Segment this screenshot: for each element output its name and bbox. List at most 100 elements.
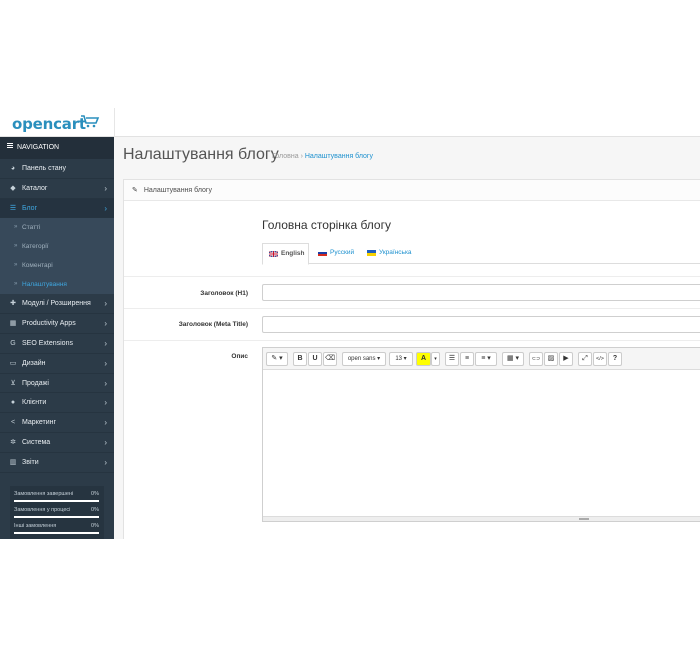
font-size-dropdown[interactable]: 13 ▾ xyxy=(389,352,413,366)
header-divider xyxy=(114,108,115,137)
sidebar-item-dashboard[interactable]: ◕ Панель стану xyxy=(0,159,114,179)
chevron-right-icon: › xyxy=(104,418,107,428)
fullscreen-button[interactable]: ⤢ xyxy=(578,352,592,366)
meta-title-label: Заголовок (Meta Title) xyxy=(178,321,248,328)
stat-processing: Замовлення у процесі 0% xyxy=(13,505,101,521)
sidebar-item-share[interactable]: < Маркетинг › xyxy=(0,413,114,433)
tab-english-label: English xyxy=(281,250,305,257)
sidebar-subitem[interactable]: » Категорії xyxy=(0,237,114,257)
chevron-right-icon: › xyxy=(104,299,107,309)
sidebar-subitem-label: Коментарі xyxy=(22,262,53,270)
grip-icon xyxy=(579,518,589,520)
sidebar-item-tag[interactable]: ◆ Каталог › xyxy=(0,179,114,199)
sidebar-item-label: Productivity Apps xyxy=(22,320,76,328)
code-view-button[interactable]: </> xyxy=(593,352,607,366)
sidebar-item-puzzle[interactable]: ✚ Модулі / Розширення › xyxy=(0,294,114,315)
settings-panel: ✎ Налаштування блогу Головна сторінка бл… xyxy=(123,179,700,539)
sidebar-subitem[interactable]: » Налаштування xyxy=(0,275,114,295)
chevron-right-icon: › xyxy=(104,338,107,348)
tab-english[interactable]: English xyxy=(262,243,309,265)
stat-label: Замовлення завершені xyxy=(14,491,74,497)
nav-title-label: NAVIGATION xyxy=(16,144,60,151)
bold-button[interactable]: B xyxy=(293,352,307,366)
paragraph-dropdown[interactable]: ≡ ▾ xyxy=(475,352,497,366)
sidebar-item-label: Клієнти xyxy=(22,399,47,407)
uk-flag-icon xyxy=(269,251,278,257)
dashboard-icon: ◕ xyxy=(10,165,16,172)
breadcrumb: Головна › Налаштування блогу xyxy=(272,153,373,160)
order-stats: Замовлення завершені 0% Замовлення у про… xyxy=(10,486,104,539)
cog-icon: ✲ xyxy=(10,438,16,446)
ordered-list-button[interactable]: ≡ xyxy=(460,352,474,366)
list-icon: ☰ xyxy=(9,204,17,212)
font-family-dropdown[interactable]: open sans ▾ xyxy=(342,352,386,366)
sidebar-item-grid[interactable]: ▦ Productivity Apps › xyxy=(0,314,114,334)
underline-button[interactable]: U xyxy=(308,352,322,366)
stat-progress-bar xyxy=(14,500,99,502)
sidebar-item-user[interactable]: ● Клієнти › xyxy=(0,393,114,414)
sidebar-item-google[interactable]: G SEO Extensions › xyxy=(0,334,114,354)
table-dropdown[interactable]: ▦ ▾ xyxy=(502,352,524,366)
help-button[interactable]: ? xyxy=(608,352,622,366)
editor-content-area[interactable] xyxy=(263,370,700,519)
sidebar-item-label: Маркетинг xyxy=(22,419,57,427)
logo-text: opencart xyxy=(12,115,86,133)
text-color-dropdown[interactable]: ▾ xyxy=(431,352,440,366)
tab-ukrainian-label: Українська xyxy=(379,249,412,256)
sidebar-item-bar-chart[interactable]: ▥ Звіти › xyxy=(0,453,114,473)
sidebar-item-cart[interactable]: ⊻ Продажі › xyxy=(0,374,114,394)
h1-input[interactable] xyxy=(262,284,700,301)
sidebar-item-desktop[interactable]: ▭ Дизайн › xyxy=(0,354,114,374)
cart-icon: ⊻ xyxy=(10,379,16,387)
sidebar-subitem[interactable]: » Статті xyxy=(0,218,114,238)
stat-percent: 0% xyxy=(91,491,99,497)
sidebar-item-label: Система xyxy=(22,438,51,446)
breadcrumb-home[interactable]: Головна xyxy=(272,153,299,160)
sidebar-item-cog[interactable]: ✲ Система › xyxy=(0,433,114,453)
rich-text-editor: ✎ ▾ B U ⌫ open sans ▾ 13 ▾ A ▾ ☰ ≡ ≡ ▾ ▦… xyxy=(262,347,700,522)
stat-other: Інші замовлення 0% xyxy=(13,521,101,537)
stat-percent: 0% xyxy=(91,507,99,513)
bar-chart-icon: ▥ xyxy=(9,458,17,466)
chevron-right-icon: › xyxy=(104,398,107,408)
sidebar-item-label: Звіти xyxy=(22,458,39,466)
sidebar-item-label: Блог xyxy=(22,204,38,212)
eraser-button[interactable]: ⌫ xyxy=(323,352,337,366)
panel-heading-label: Налаштування блогу xyxy=(143,187,212,194)
text-color-button[interactable]: A xyxy=(416,352,431,366)
double-chevron-icon: » xyxy=(14,224,18,231)
editor-resize-handle[interactable] xyxy=(263,516,700,521)
share-icon: < xyxy=(10,419,16,427)
stat-label: Замовлення у процесі xyxy=(14,507,71,513)
chevron-right-icon: › xyxy=(104,319,107,329)
style-dropdown-button[interactable]: ✎ ▾ xyxy=(266,352,288,366)
editor-toolbar: ✎ ▾ B U ⌫ open sans ▾ 13 ▾ A ▾ ☰ ≡ ≡ ▾ ▦… xyxy=(263,348,700,370)
sidebar-item-list[interactable]: ☰ Блог › xyxy=(0,198,114,219)
chevron-down-icon: › xyxy=(104,203,107,213)
breadcrumb-current[interactable]: Налаштування блогу xyxy=(305,153,373,160)
header: opencart xyxy=(0,108,700,137)
video-button[interactable]: ▶ xyxy=(559,352,573,366)
pencil-icon: ✎ xyxy=(132,187,138,194)
chevron-right-icon: › xyxy=(104,358,107,368)
picture-button[interactable]: ▨ xyxy=(544,352,558,366)
tab-ukrainian[interactable]: Українська xyxy=(361,243,421,264)
double-chevron-icon: » xyxy=(14,262,18,269)
unordered-list-button[interactable]: ☰ xyxy=(445,352,459,366)
form-row-h1: Заголовок (H1) xyxy=(124,276,700,308)
puzzle-icon: ✚ xyxy=(10,300,16,308)
opencart-logo[interactable]: opencart xyxy=(0,108,114,137)
sidebar-item-label: Дизайн xyxy=(22,359,46,367)
meta-title-input[interactable] xyxy=(262,316,700,333)
sidebar-subitem[interactable]: » Коментарі xyxy=(0,256,114,276)
sidebar-subitem-label: Категорії xyxy=(22,243,49,251)
chevron-right-icon: › xyxy=(104,378,107,388)
sidebar-item-label: SEO Extensions xyxy=(22,339,73,347)
nav-title[interactable]: NAVIGATION xyxy=(0,137,114,159)
sidebar-item-label: Панель стану xyxy=(22,165,67,172)
section-title: Головна сторінка блогу xyxy=(262,218,391,232)
sidebar-item-label: Модулі / Розширення xyxy=(22,300,91,308)
link-button[interactable]: ⊂⊃ xyxy=(529,352,543,366)
tab-russian[interactable]: Русский xyxy=(312,243,358,264)
stat-percent: 0% xyxy=(91,523,99,529)
